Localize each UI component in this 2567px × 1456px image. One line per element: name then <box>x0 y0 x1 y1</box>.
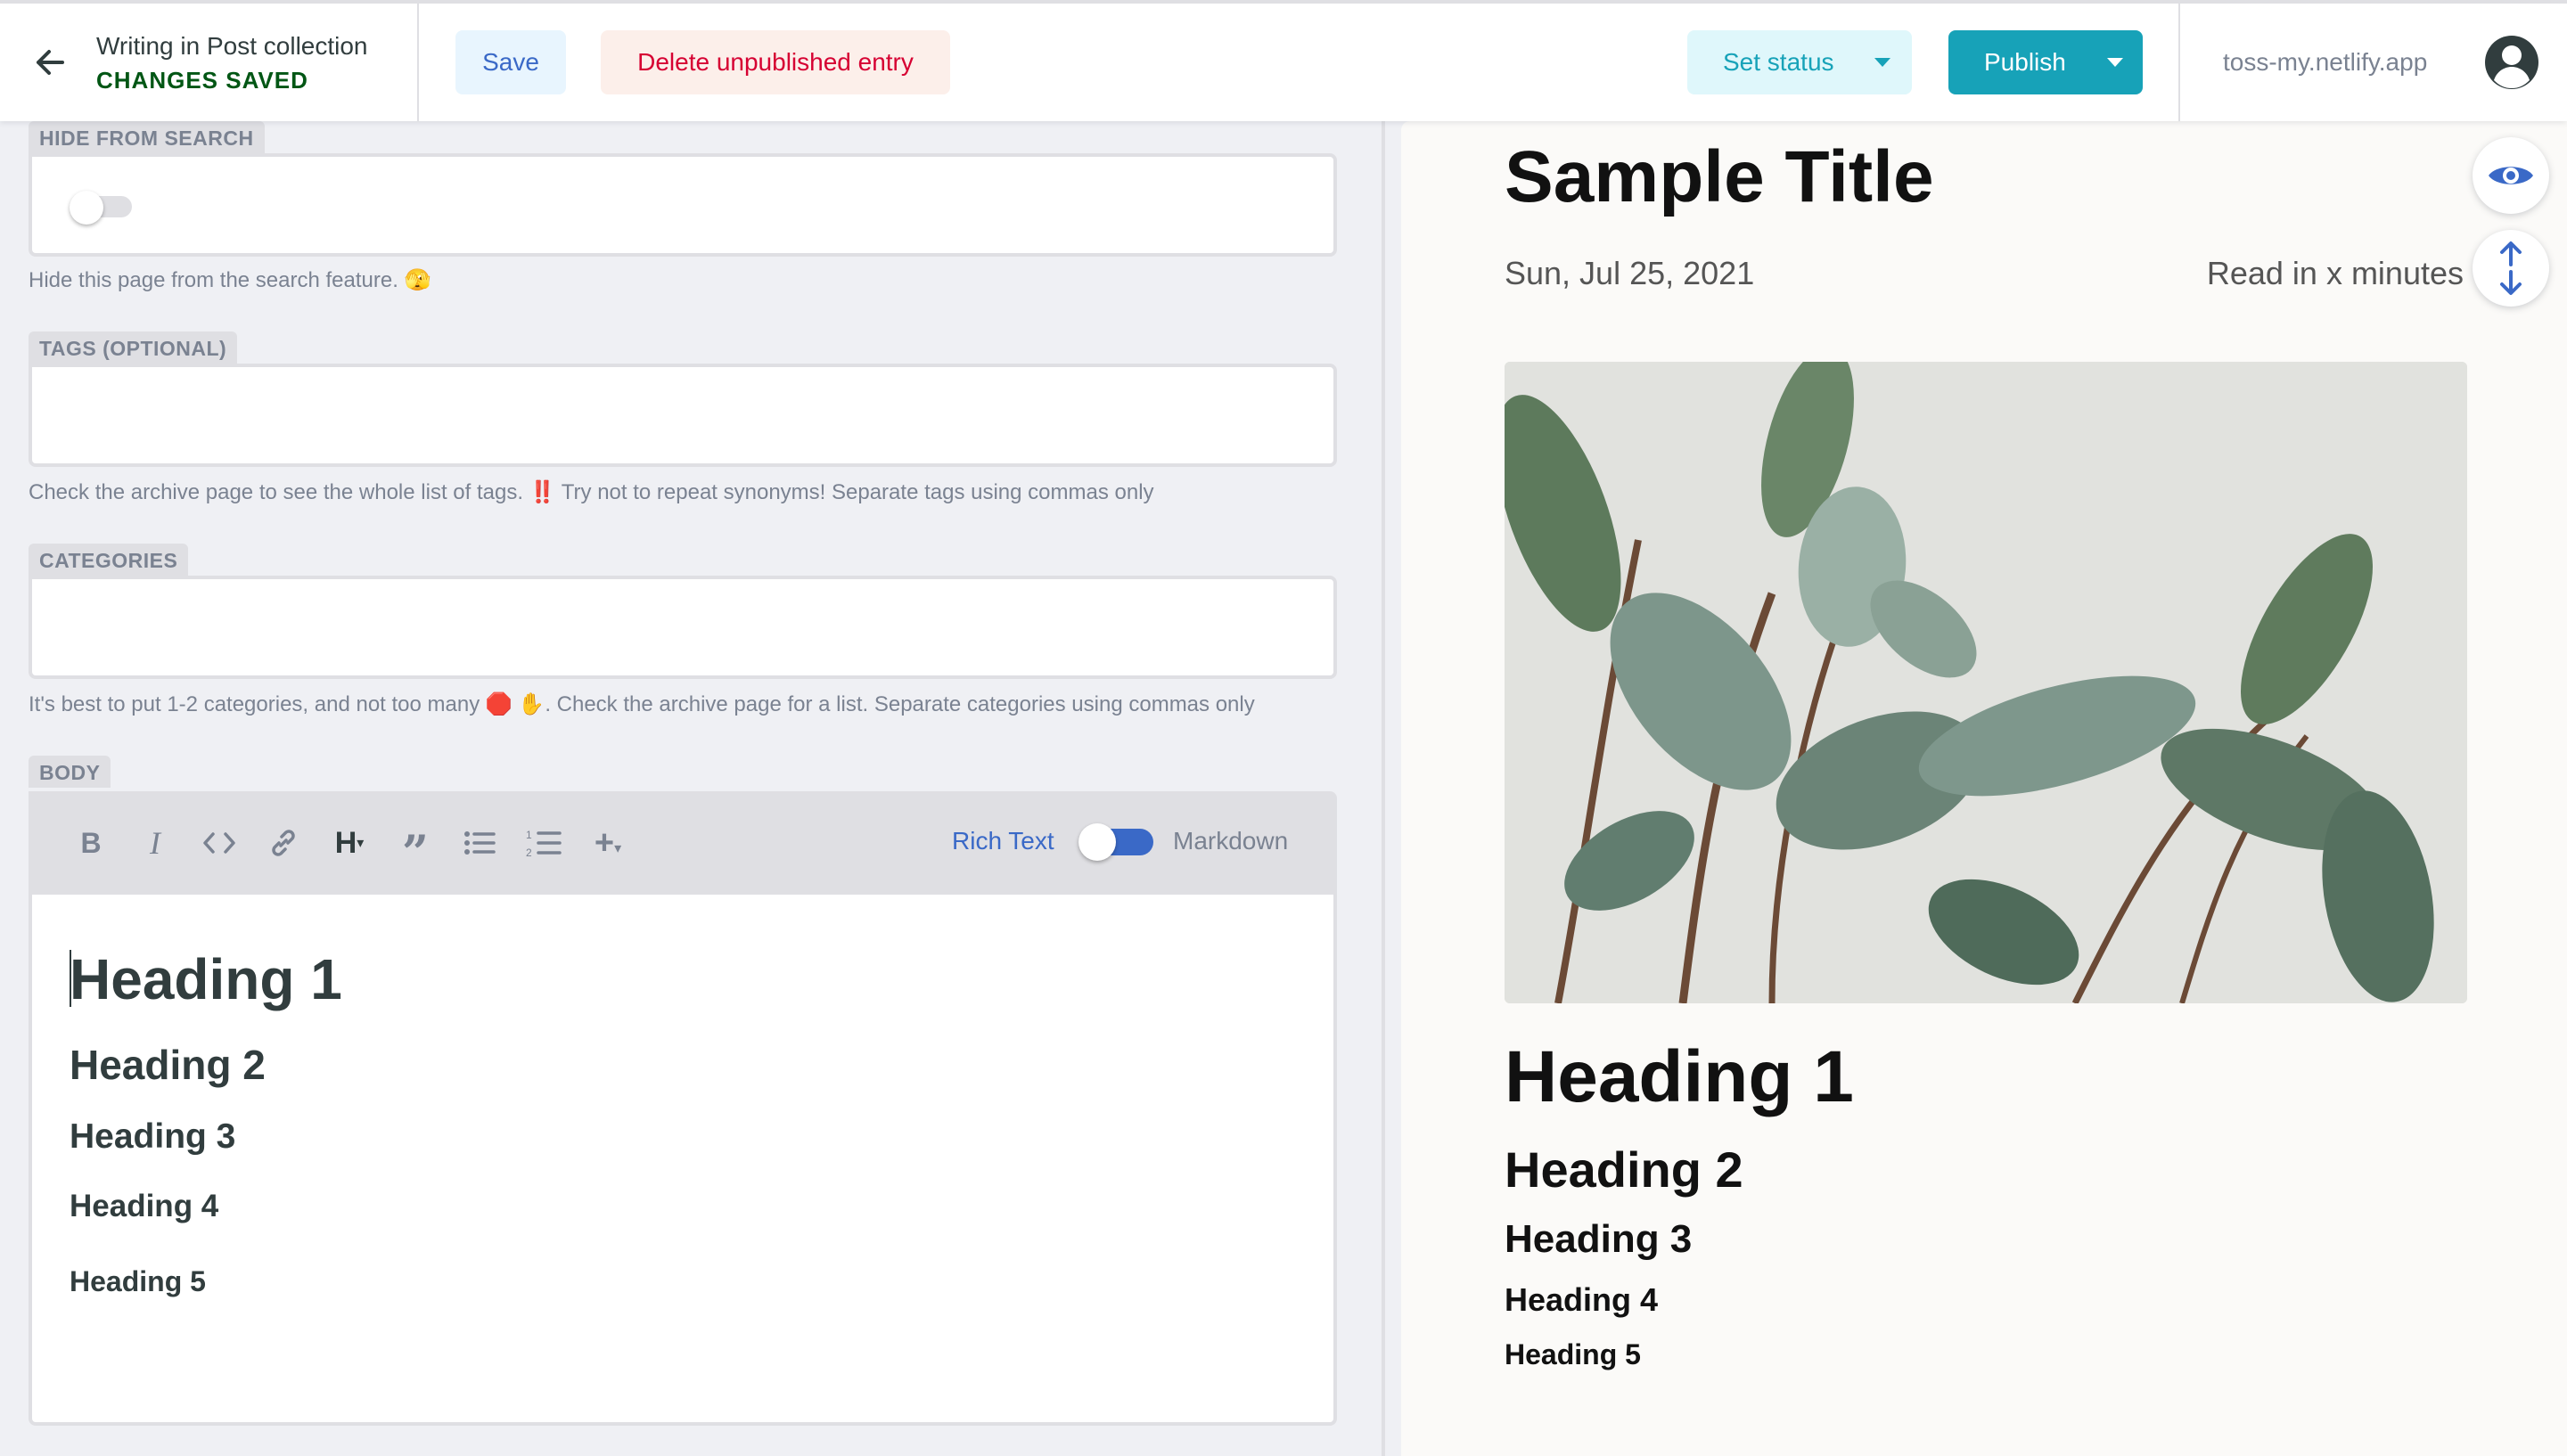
add-component-icon[interactable]: + ▾ <box>586 822 629 864</box>
bold-icon[interactable]: B <box>70 822 112 864</box>
hide-from-search-field <box>29 153 1337 257</box>
save-status-badge: CHANGES SAVED <box>96 67 308 94</box>
toggle-knob <box>70 191 103 225</box>
preview-read-time: Read in x minutes <box>2206 255 2464 291</box>
code-icon[interactable] <box>198 822 241 864</box>
body-heading-2[interactable]: Heading 2 <box>70 1041 266 1089</box>
publish-label: Publish <box>1984 48 2066 76</box>
editor-mode-toggle[interactable] <box>1078 823 1153 861</box>
editor-topbar: Writing in Post collection CHANGES SAVED… <box>0 0 2567 121</box>
site-url-link[interactable]: toss-my.netlify.app <box>2223 48 2427 77</box>
preview-heading-2: Heading 2 <box>1505 1141 1743 1198</box>
publish-dropdown[interactable]: Publish <box>1948 30 2143 94</box>
user-avatar[interactable] <box>2483 34 2540 91</box>
hide-from-search-toggle[interactable] <box>70 191 137 225</box>
quote-icon[interactable]: ” <box>394 822 437 880</box>
preview-date: Sun, Jul 25, 2021 <box>1505 255 1755 291</box>
body-editor-toolbar: B I H ▾ ” 12 + ▾ Rich Text Markdown <box>29 791 1337 895</box>
tags-label: TAGS (OPTIONAL) <box>29 331 238 364</box>
preview-heading-3: Heading 3 <box>1505 1217 1693 1261</box>
preview-featured-image <box>1505 362 2467 1003</box>
bulleted-list-icon[interactable] <box>458 822 501 864</box>
link-icon[interactable] <box>262 822 305 864</box>
body-heading-4[interactable]: Heading 4 <box>70 1189 218 1224</box>
preview-title: Sample Title <box>1505 136 1934 217</box>
body-heading-3[interactable]: Heading 3 <box>70 1117 235 1157</box>
hide-from-search-label: HIDE FROM SEARCH <box>29 121 265 153</box>
categories-hint: It's best to put 1-2 categories, and not… <box>29 692 1255 716</box>
editor-form: HIDE FROM SEARCH Hide this page from the… <box>0 121 1382 1456</box>
sync-scroll-icon <box>2500 241 2522 295</box>
categories-label: CATEGORIES <box>29 544 189 576</box>
tags-hint: Check the archive page to see the whole … <box>29 480 1154 504</box>
save-button[interactable]: Save <box>455 30 566 94</box>
user-icon <box>2485 36 2538 89</box>
chevron-down-icon <box>2107 58 2123 67</box>
preview-heading-4: Heading 4 <box>1505 1281 1659 1318</box>
delete-unpublished-button[interactable]: Delete unpublished entry <box>601 30 950 94</box>
toggle-knob <box>1078 823 1116 861</box>
toggle-preview-button[interactable] <box>2473 137 2549 214</box>
sync-scroll-button[interactable] <box>2473 230 2549 307</box>
svg-text:1: 1 <box>526 829 532 841</box>
body-label: BODY <box>29 756 111 788</box>
preview-heading-1: Heading 1 <box>1505 1036 1854 1117</box>
preview-heading-5: Heading 5 <box>1505 1338 1641 1370</box>
svg-text:2: 2 <box>526 847 532 858</box>
preview-pane: Sample Title Sun, Jul 25, 2021 Read in x… <box>1401 121 2567 1456</box>
categories-input[interactable] <box>29 576 1337 679</box>
back-arrow-icon[interactable] <box>34 46 66 78</box>
set-status-label: Set status <box>1723 48 1834 76</box>
eye-icon <box>2489 167 2533 184</box>
markdown-mode-label[interactable]: Markdown <box>1173 827 1288 855</box>
chevron-down-icon <box>1874 58 1890 67</box>
hide-from-search-hint: Hide this page from the search feature. … <box>29 268 431 292</box>
italic-icon[interactable]: I <box>134 822 176 864</box>
rich-text-mode-label[interactable]: Rich Text <box>952 827 1054 855</box>
tags-input[interactable] <box>29 364 1337 467</box>
site-info: toss-my.netlify.app <box>2178 4 2567 121</box>
collection-title[interactable]: Writing in Post collection <box>96 29 368 64</box>
set-status-dropdown[interactable]: Set status <box>1687 30 1912 94</box>
body-heading-5[interactable]: Heading 5 <box>70 1265 206 1298</box>
numbered-list-icon[interactable]: 12 <box>522 822 565 864</box>
pane-divider <box>1382 121 1385 1456</box>
heading-icon[interactable]: H ▾ <box>328 822 371 864</box>
body-editor-content[interactable]: Heading 1 Heading 2 Heading 3 Heading 4 … <box>29 895 1337 1426</box>
body-heading-1[interactable]: Heading 1 <box>70 946 342 1012</box>
back-to-collection[interactable]: Writing in Post collection CHANGES SAVED <box>0 4 419 121</box>
